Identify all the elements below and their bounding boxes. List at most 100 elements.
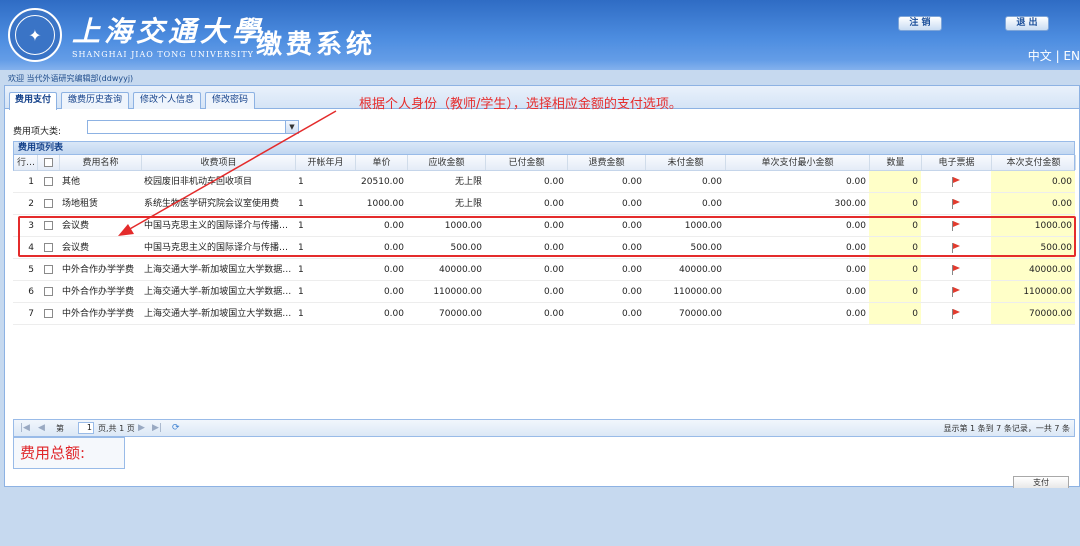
cell-paid: 0.00: [543, 265, 564, 275]
page-number-input[interactable]: 1: [78, 422, 94, 434]
cell-refund: 0.00: [621, 177, 642, 187]
cell-pay[interactable]: 110000.00: [991, 281, 1075, 302]
table-row[interactable]: 6 中外合作办学学费 上海交通大学-新加坡国立大学数据科学 1 0.00 110000.0…: [13, 281, 1075, 303]
chevron-down-icon[interactable]: ▼: [285, 121, 298, 133]
cell-due: 40000.00: [439, 265, 482, 275]
cell-pay[interactable]: 0.00: [991, 193, 1075, 214]
page-suffix: 页,共 1 页: [98, 424, 135, 433]
total-amount-label: 费用总额:: [13, 437, 125, 469]
row-checkbox[interactable]: [43, 177, 53, 186]
col-due: 应收金额: [408, 155, 486, 170]
flag-icon[interactable]: [952, 198, 960, 209]
cell-refund: 0.00: [621, 287, 642, 297]
tab-change-password[interactable]: 修改密码: [205, 92, 255, 109]
language-switch[interactable]: 中文 | EN: [1028, 47, 1080, 64]
university-seal-icon: ✦: [8, 8, 62, 62]
cell-unpaid: 40000.00: [679, 265, 722, 275]
grid-header: 行号 费用名称 收费项目 开帐年月 单价 应收金额 已付金额 退费金额 未付金额…: [13, 155, 1076, 171]
system-title: 缴费系统: [256, 30, 377, 60]
row-checkbox-cell[interactable]: [37, 193, 59, 214]
flag-icon[interactable]: [952, 176, 960, 187]
table-row[interactable]: 1 其他 校园废旧非机动车回收项目 1 20510.00 无上限 0.00 0.00 0.00 0…: [13, 171, 1075, 193]
university-name-cn: 上海交通大學: [72, 15, 265, 48]
cell-qty[interactable]: 0: [869, 259, 921, 280]
cell-qty[interactable]: 0: [869, 281, 921, 302]
panel-title: 费用项列表: [13, 141, 1075, 155]
exit-button[interactable]: 退 出: [1005, 16, 1049, 31]
instruction-annotation: 根据个人身份（教师/学生），选择相应金额的支付选项。: [359, 97, 682, 112]
tab-edit-profile[interactable]: 修改个人信息: [133, 92, 201, 109]
next-page-icon[interactable]: ▶: [138, 423, 145, 433]
cell-unpaid: 0.00: [701, 177, 722, 187]
cell-min: 0.00: [845, 265, 866, 275]
row-checkbox[interactable]: [43, 199, 53, 208]
tab-fee-payment[interactable]: 费用支付: [9, 92, 57, 110]
col-min-amount: 单次支付最小金额: [726, 155, 870, 170]
cell-no: 5: [28, 265, 34, 275]
cell-due: 110000.00: [433, 287, 482, 297]
cell-pay[interactable]: 0.00: [991, 171, 1075, 192]
cell-due: 无上限: [454, 177, 482, 187]
row-checkbox-cell[interactable]: [37, 259, 59, 280]
university-name-en: SHANGHAI JIAO TONG UNIVERSITY: [72, 50, 254, 59]
cell-name: 场地租赁: [62, 199, 99, 209]
col-fee-item: 收费项目: [142, 155, 296, 170]
prev-page-icon[interactable]: ◀: [38, 423, 45, 433]
cell-item: 上海交通大学-新加坡国立大学数据科学: [144, 287, 295, 297]
cell-period: 1: [298, 287, 304, 297]
e-invoice-cell[interactable]: [921, 259, 991, 280]
row-checkbox[interactable]: [43, 287, 53, 296]
flag-icon[interactable]: [952, 264, 960, 275]
row-checkbox[interactable]: [43, 309, 53, 318]
cell-pay[interactable]: 70000.00: [991, 303, 1075, 324]
cell-min: 0.00: [845, 287, 866, 297]
table-row[interactable]: 5 中外合作办学学费 上海交通大学-新加坡国立大学数据科学 1 0.00 40000.00…: [13, 259, 1075, 281]
cell-item: 校园废旧非机动车回收项目: [144, 177, 253, 187]
cell-pay[interactable]: 40000.00: [991, 259, 1075, 280]
row-checkbox-cell[interactable]: [37, 281, 59, 302]
cell-min: 0.00: [845, 309, 866, 319]
cell-item: 上海交通大学-新加坡国立大学数据科学: [144, 265, 295, 275]
first-page-icon[interactable]: |◀: [20, 423, 30, 433]
col-fee-name: 费用名称: [60, 155, 142, 170]
table-row[interactable]: 2 场地租赁 系统生物医学研究院会议室使用费 1 1000.00 无上限 0.00 0.00 0…: [13, 193, 1075, 215]
flag-icon[interactable]: [952, 286, 960, 297]
cell-refund: 0.00: [621, 199, 642, 209]
logout-button[interactable]: 注 销: [898, 16, 942, 31]
cell-unpaid: 0.00: [701, 199, 722, 209]
col-select-all[interactable]: [38, 155, 60, 170]
record-count-info: 显示第 1 条到 7 条记录，一共 7 条: [943, 424, 1070, 433]
cell-price: 0.00: [383, 309, 404, 319]
row-checkbox[interactable]: [43, 265, 53, 274]
cell-min: 300.00: [834, 199, 867, 209]
e-invoice-cell[interactable]: [921, 193, 991, 214]
refresh-icon[interactable]: ⟳: [172, 423, 180, 433]
row-checkbox-cell[interactable]: [37, 303, 59, 324]
e-invoice-cell[interactable]: [921, 281, 991, 302]
cell-qty[interactable]: 0: [869, 171, 921, 192]
category-select[interactable]: ▼: [87, 120, 299, 134]
e-invoice-cell[interactable]: [921, 303, 991, 324]
cell-qty[interactable]: 0: [869, 193, 921, 214]
pay-button[interactable]: 支付: [1013, 476, 1069, 488]
flag-icon[interactable]: [952, 308, 960, 319]
tab-payment-history[interactable]: 缴费历史查询: [61, 92, 129, 109]
cell-paid: 0.00: [543, 199, 564, 209]
select-all-checkbox[interactable]: [44, 158, 53, 167]
main-panel: 费用支付 缴费历史查询 修改个人信息 修改密码 根据个人身份（教师/学生），选择…: [4, 85, 1080, 488]
annotation-highlight-box: [18, 216, 1076, 257]
cell-paid: 0.00: [543, 177, 564, 187]
cell-no: 6: [28, 287, 34, 297]
cell-period: 1: [298, 177, 304, 187]
e-invoice-cell[interactable]: [921, 171, 991, 192]
cell-paid: 0.00: [543, 287, 564, 297]
welcome-text: 欢迎 当代外语研究编辑部(ddwyyj): [8, 74, 134, 83]
paging-toolbar: |◀ ◀ 第 1 页,共 1 页 ▶ ▶| ⟳ 显示第 1 条到 7 条记录，一…: [13, 419, 1075, 437]
row-checkbox-cell[interactable]: [37, 171, 59, 192]
cell-qty[interactable]: 0: [869, 303, 921, 324]
table-row[interactable]: 7 中外合作办学学费 上海交通大学-新加坡国立大学数据科学 1 0.00 70000.00…: [13, 303, 1075, 325]
last-page-icon[interactable]: ▶|: [152, 423, 162, 433]
col-row-no: 行号: [14, 155, 38, 170]
col-qty: 数量: [870, 155, 922, 170]
cell-price: 1000.00: [366, 199, 404, 209]
